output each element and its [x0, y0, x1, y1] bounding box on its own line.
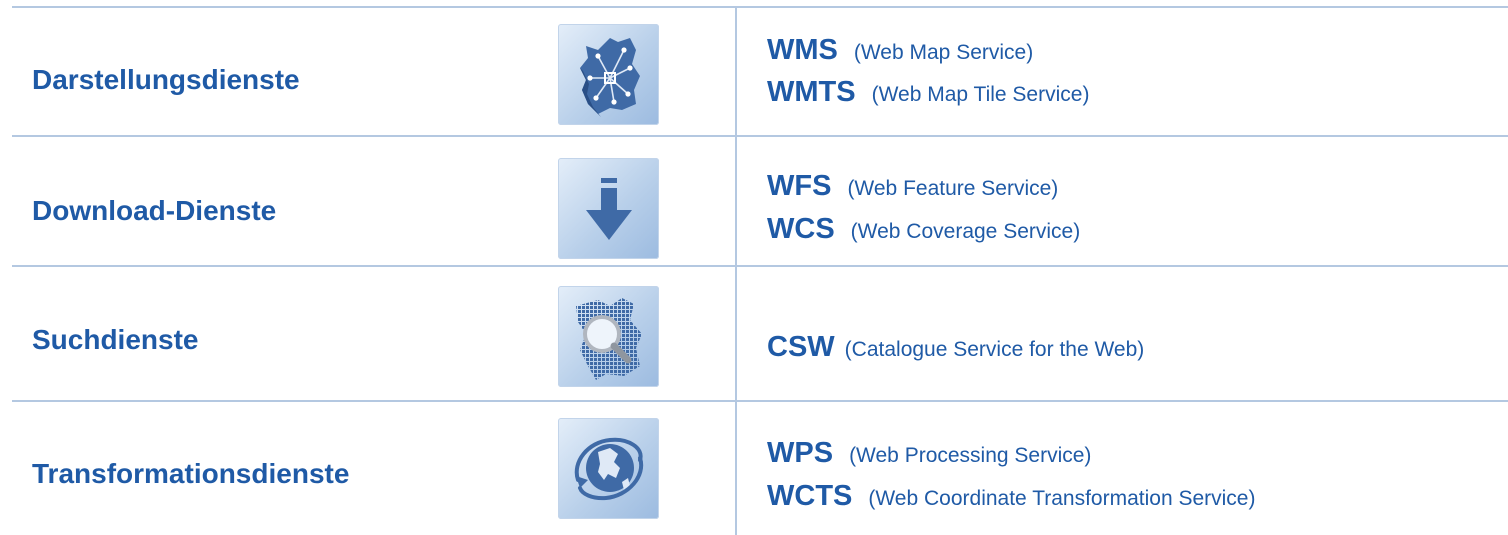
search-map-icon — [558, 286, 659, 387]
category-label: Transformationsdienste — [32, 458, 350, 489]
service-abbr: WCTS — [767, 480, 853, 512]
category-label: Download-Dienste — [32, 195, 277, 226]
map-network-icon — [558, 24, 659, 125]
service-full-name: (Web Coverage Service) — [850, 220, 1081, 243]
globe-transform-icon — [558, 418, 659, 519]
service-full-name: (Web Feature Service) — [847, 177, 1059, 200]
category-label: Darstellungsdienste — [32, 64, 300, 95]
top-divider — [12, 6, 1508, 8]
service-csw: CSW (Catalogue Service for the Web) — [767, 331, 1144, 364]
service-wfs: WFS (Web Feature Service) — [767, 170, 1058, 203]
download-arrow-icon — [558, 158, 659, 259]
service-wmts: WMTS (Web Map Tile Service) — [767, 76, 1089, 109]
service-abbr: CSW — [767, 331, 835, 363]
service-abbr: WCS — [767, 213, 835, 245]
service-full-name: (Web Map Tile Service) — [871, 83, 1090, 106]
service-wps: WPS (Web Processing Service) — [767, 437, 1091, 470]
row-divider-1 — [12, 135, 1508, 137]
service-full-name: (Web Processing Service) — [849, 444, 1092, 467]
service-wms: WMS (Web Map Service) — [767, 34, 1033, 67]
service-full-name: (Web Coordinate Transformation Service) — [868, 487, 1256, 510]
service-abbr: WFS — [767, 170, 832, 202]
column-divider — [735, 8, 737, 535]
service-wcts: WCTS (Web Coordinate Transformation Servi… — [767, 480, 1255, 513]
service-full-name: (Catalogue Service for the Web) — [844, 338, 1145, 361]
row-divider-2 — [12, 265, 1508, 267]
row-divider-3 — [12, 400, 1508, 402]
service-abbr: WMTS — [767, 76, 856, 108]
service-abbr: WMS — [767, 34, 838, 66]
category-label: Suchdienste — [32, 324, 199, 355]
service-wcs: WCS (Web Coverage Service) — [767, 213, 1080, 246]
service-abbr: WPS — [767, 437, 834, 469]
service-full-name: (Web Map Service) — [853, 41, 1034, 64]
